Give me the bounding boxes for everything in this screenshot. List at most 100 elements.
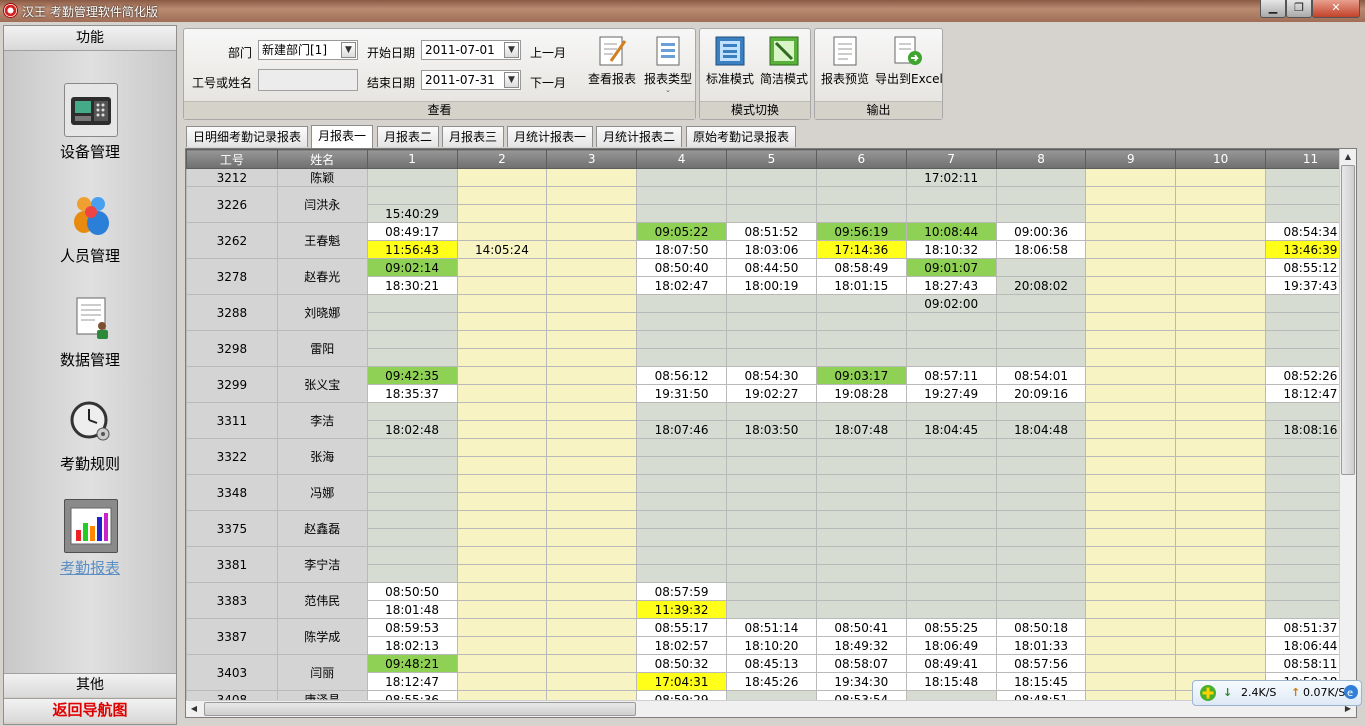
punch-time-cell[interactable]: 08:50:18 <box>995 618 1087 637</box>
punch-time-cell[interactable]: 18:10:20 <box>725 636 817 655</box>
punch-time-cell[interactable]: 19:08:28 <box>815 384 907 403</box>
punch-time-cell[interactable] <box>636 564 727 583</box>
punch-time-cell[interactable]: 17:14:36 <box>815 240 907 259</box>
table-row[interactable]: 3383 范伟民 08:50:50 08:57:59 <box>186 582 1356 619</box>
punch-time-cell[interactable]: 08:55:25 <box>905 618 997 637</box>
chevron-down-icon[interactable]: ▼ <box>341 42 356 58</box>
punch-time-cell[interactable] <box>815 204 907 223</box>
punch-time-cell[interactable]: 19:31:50 <box>636 384 727 403</box>
punch-time-cell[interactable] <box>636 438 727 457</box>
punch-time-cell[interactable]: 09:02:00 <box>905 294 997 313</box>
chevron-down-icon[interactable]: ▼ <box>504 42 519 58</box>
punch-time-cell[interactable] <box>1175 222 1266 241</box>
punch-time-cell[interactable] <box>905 186 997 205</box>
punch-time-cell[interactable] <box>546 294 638 313</box>
punch-time-cell[interactable]: 08:50:50 <box>366 582 458 601</box>
punch-time-cell[interactable] <box>1175 546 1266 565</box>
punch-time-cell[interactable] <box>725 474 817 493</box>
punch-time-cell[interactable] <box>636 348 727 367</box>
punch-time-cell[interactable]: 15:40:29 <box>366 204 458 223</box>
punch-time-cell[interactable]: 18:07:50 <box>636 240 727 259</box>
punch-time-cell[interactable]: 08:58:07 <box>815 654 907 673</box>
punch-time-cell[interactable] <box>905 510 997 529</box>
scroll-up-icon[interactable]: ▲ <box>1340 149 1356 165</box>
punch-time-cell[interactable] <box>546 384 638 403</box>
back-to-nav-map-button[interactable]: 返回导航图 <box>4 698 176 722</box>
column-header-day[interactable]: 4 <box>636 149 727 169</box>
column-header-day[interactable]: 7 <box>905 149 997 169</box>
punch-time-cell[interactable] <box>1175 258 1266 277</box>
horizontal-scroll-thumb[interactable] <box>204 702 636 716</box>
punch-time-cell[interactable]: 18:45:26 <box>725 672 817 691</box>
scroll-left-icon[interactable]: ◀ <box>186 701 202 717</box>
punch-time-cell[interactable] <box>1085 276 1177 295</box>
punch-time-cell[interactable] <box>1085 528 1177 547</box>
punch-time-cell[interactable] <box>1085 204 1177 223</box>
punch-time-cell[interactable] <box>366 294 458 313</box>
punch-time-cell[interactable] <box>1085 168 1177 187</box>
punch-time-cell[interactable] <box>366 168 458 187</box>
punch-time-cell[interactable] <box>815 510 907 529</box>
column-header-day[interactable]: 5 <box>725 149 817 169</box>
punch-time-cell[interactable]: 18:00:19 <box>725 276 817 295</box>
punch-time-cell[interactable] <box>905 492 997 511</box>
column-header-day[interactable]: 9 <box>1085 149 1177 169</box>
punch-time-cell[interactable] <box>995 348 1087 367</box>
chevron-down-icon[interactable]: ▼ <box>504 72 519 88</box>
punch-time-cell[interactable] <box>725 546 817 565</box>
punch-time-cell[interactable]: 08:50:40 <box>636 258 727 277</box>
punch-time-cell[interactable]: 18:12:47 <box>366 672 458 691</box>
simple-mode-button[interactable]: 简洁模式 <box>756 33 812 103</box>
punch-time-cell[interactable] <box>1085 564 1177 583</box>
table-row[interactable]: 3278 赵春光 09:02:14 08:50:40 08:44:50 08:58:49 0… <box>186 258 1356 295</box>
punch-time-cell[interactable] <box>905 312 997 331</box>
punch-time-cell[interactable]: 08:54:01 <box>995 366 1087 385</box>
tab-monthly-report-2[interactable]: 月报表二 <box>377 126 440 147</box>
punch-time-cell[interactable]: 18:01:33 <box>995 636 1087 655</box>
punch-time-cell[interactable] <box>1175 186 1266 205</box>
punch-time-cell[interactable] <box>1085 456 1177 475</box>
punch-time-cell[interactable] <box>1085 402 1177 421</box>
punch-time-cell[interactable]: 09:01:07 <box>905 258 997 277</box>
punch-time-cell[interactable] <box>1085 546 1177 565</box>
punch-time-cell[interactable] <box>725 168 817 187</box>
table-row[interactable]: 3387 陈学成 08:59:53 08:55:17 08:51:14 08:50:41 0… <box>186 618 1356 655</box>
table-row[interactable]: 3322 张海 <box>186 438 1356 475</box>
punch-time-cell[interactable] <box>1175 654 1266 673</box>
punch-time-cell[interactable] <box>725 348 817 367</box>
table-row[interactable]: 3212 陈颖 17:02:11 <box>186 168 1356 187</box>
tab-monthly-report-1[interactable]: 月报表一 <box>311 125 374 148</box>
punch-time-cell[interactable] <box>1175 168 1266 187</box>
punch-time-cell[interactable] <box>1175 582 1266 601</box>
punch-time-cell[interactable]: 08:54:30 <box>725 366 817 385</box>
punch-time-cell[interactable] <box>1175 312 1266 331</box>
punch-time-cell[interactable]: 17:02:11 <box>905 168 997 187</box>
dept-select[interactable]: 新建部门[1] ▼ <box>258 40 358 60</box>
punch-time-cell[interactable] <box>815 330 907 349</box>
punch-time-cell[interactable] <box>636 492 727 511</box>
punch-time-cell[interactable] <box>1085 330 1177 349</box>
punch-time-cell[interactable] <box>546 186 638 205</box>
punch-time-cell[interactable] <box>995 564 1087 583</box>
punch-time-cell[interactable] <box>995 186 1087 205</box>
sidebar-item-device[interactable]: 设备管理 <box>4 83 176 183</box>
punch-time-cell[interactable] <box>1085 510 1177 529</box>
punch-time-cell[interactable] <box>456 564 548 583</box>
punch-time-cell[interactable] <box>1085 366 1177 385</box>
punch-time-cell[interactable] <box>456 276 548 295</box>
punch-time-cell[interactable] <box>1175 474 1266 493</box>
punch-time-cell[interactable] <box>546 258 638 277</box>
punch-time-cell[interactable] <box>1085 618 1177 637</box>
punch-time-cell[interactable]: 18:35:37 <box>366 384 458 403</box>
punch-time-cell[interactable] <box>546 168 638 187</box>
punch-time-cell[interactable] <box>725 600 817 619</box>
table-row[interactable]: 3311 李洁 <box>186 402 1356 439</box>
punch-time-cell[interactable] <box>905 564 997 583</box>
punch-time-cell[interactable] <box>725 204 817 223</box>
punch-time-cell[interactable] <box>995 294 1087 313</box>
punch-time-cell[interactable] <box>725 438 817 457</box>
punch-time-cell[interactable]: 08:45:13 <box>725 654 817 673</box>
punch-time-cell[interactable] <box>995 258 1087 277</box>
punch-time-cell[interactable] <box>456 258 548 277</box>
sidebar-item-data[interactable]: 数据管理 <box>4 291 176 391</box>
